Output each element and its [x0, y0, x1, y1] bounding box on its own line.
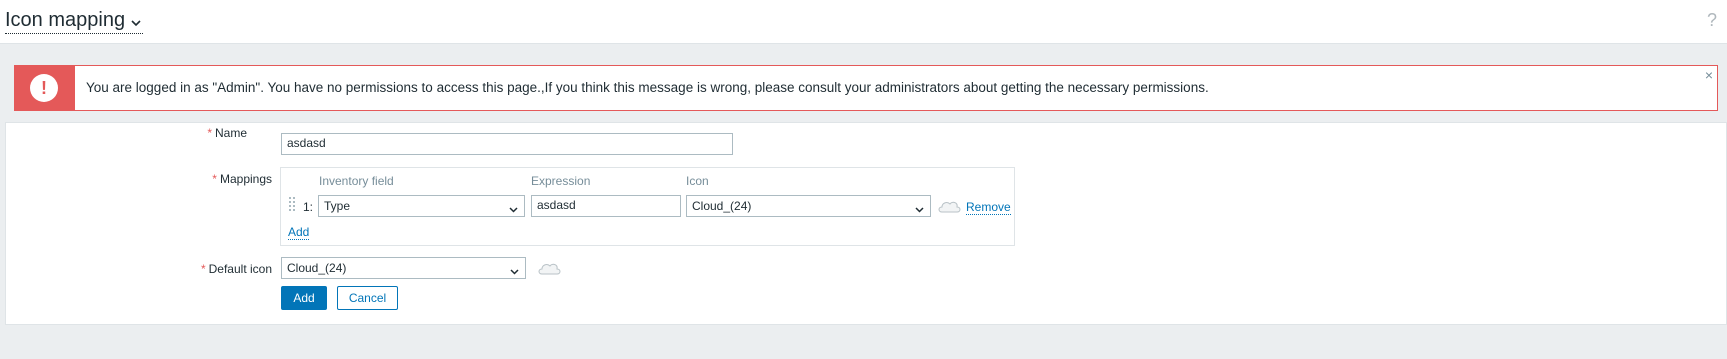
inventory-field-value: Type	[324, 199, 351, 213]
default-icon-select[interactable]: Cloud_(24)	[281, 257, 526, 279]
mappings-label: * Mappings	[72, 172, 272, 186]
required-marker: *	[207, 126, 212, 140]
close-icon[interactable]: ×	[1705, 67, 1713, 83]
column-header-icon: Icon	[686, 174, 709, 188]
column-header-inventory-field: Inventory field	[319, 174, 394, 188]
row-index: 1:	[303, 200, 314, 214]
page-title: Icon mapping	[5, 9, 126, 31]
error-message-box: ! You are logged in as "Admin". You have…	[14, 65, 1718, 111]
alert-icon-bar: !	[15, 66, 75, 110]
icon-select[interactable]: Cloud_(24)	[686, 195, 931, 217]
required-marker: *	[212, 172, 217, 186]
name-label: * Name	[47, 126, 247, 140]
chevron-down-icon	[510, 264, 519, 278]
help-icon[interactable]: ?	[1707, 10, 1717, 31]
add-mapping-link[interactable]: Add	[288, 225, 310, 240]
exclamation-icon: !	[30, 74, 58, 102]
chevron-down-icon	[915, 202, 924, 216]
page-title-dropdown[interactable]: Icon mapping	[5, 8, 144, 34]
drag-handle-icon[interactable]	[289, 197, 295, 213]
cloud-icon	[937, 199, 961, 216]
cloud-icon	[537, 261, 561, 278]
default-icon-label: * Default icon	[72, 262, 272, 276]
mappings-label-text: Mappings	[219, 172, 272, 186]
default-icon-value: Cloud_(24)	[287, 261, 347, 275]
required-marker: *	[200, 262, 206, 276]
chevron-down-icon	[509, 202, 518, 216]
chevron-down-icon	[131, 9, 141, 33]
remove-mapping-link[interactable]: Remove	[966, 200, 1011, 215]
inventory-field-select[interactable]: Type	[318, 195, 525, 217]
error-message-text: You are logged in as "Admin". You have n…	[86, 80, 1209, 95]
icon-select-value: Cloud_(24)	[692, 199, 752, 213]
name-label-text: Name	[214, 126, 247, 140]
column-header-expression: Expression	[531, 174, 591, 188]
cancel-button[interactable]: Cancel	[337, 286, 398, 310]
name-input[interactable]: asdasd	[281, 133, 733, 155]
page-header: Icon mapping ?	[0, 0, 1727, 44]
default-icon-label-text: Default icon	[208, 262, 272, 276]
add-button[interactable]: Add	[281, 286, 327, 310]
expression-input[interactable]: asdasd	[531, 195, 681, 217]
